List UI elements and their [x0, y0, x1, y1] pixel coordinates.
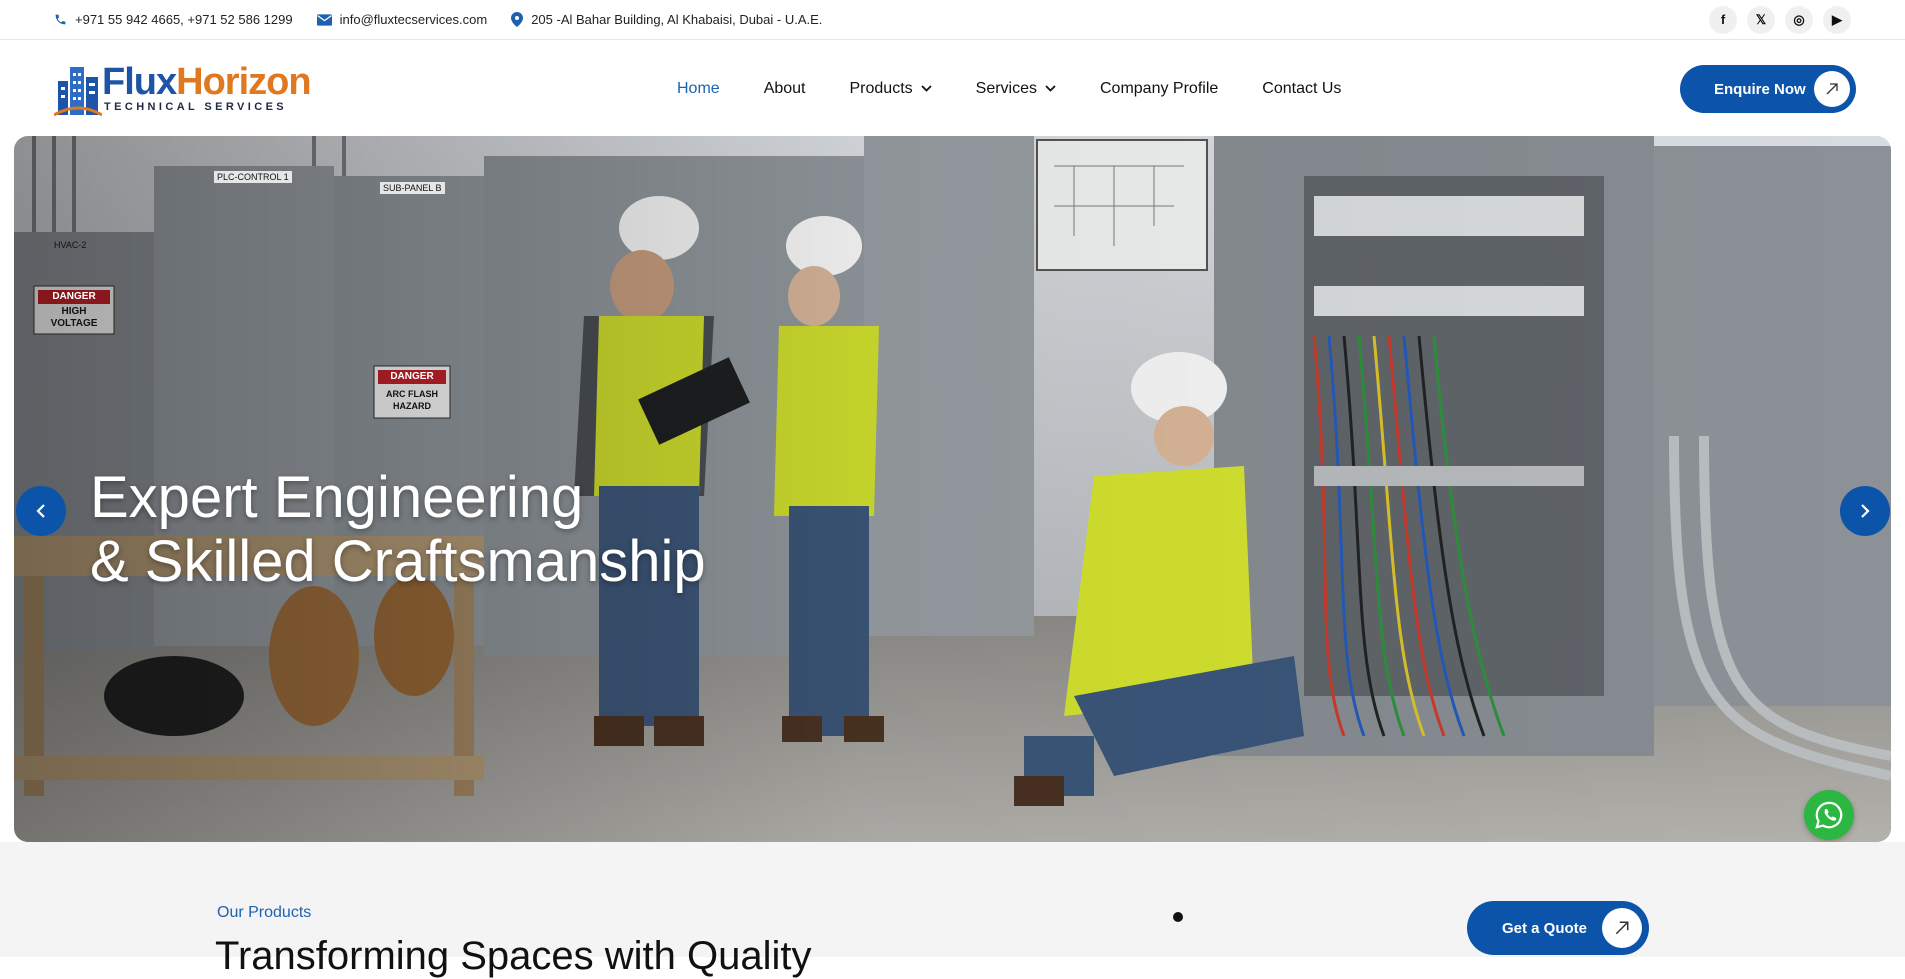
location-pin-icon: [511, 12, 524, 27]
sign-danger-right: DANGER: [390, 371, 434, 382]
get-a-quote-label: Get a Quote: [1502, 919, 1588, 937]
address-info: 205 -Al Bahar Building, Al Khabaisi, Dub…: [511, 12, 822, 27]
sign-subpanel: SUB-PANEL B: [380, 182, 445, 194]
top-bar: +971 55 942 4665, +971 52 586 1299 info@…: [0, 0, 1905, 40]
hero-title-line1: Expert Engineering: [90, 465, 584, 530]
address-text: 205 -Al Bahar Building, Al Khabaisi, Dub…: [531, 12, 823, 27]
nav-about[interactable]: About: [764, 80, 806, 98]
logo-wordmark: FluxHorizon: [102, 61, 312, 104]
sign-hvac: HVAC-2: [54, 240, 87, 250]
enquire-now-label: Enquire Now: [1714, 80, 1806, 98]
main-header: FluxHorizon TECHNICAL SERVICES Home Abou…: [0, 41, 1905, 136]
slider-prev-button[interactable]: [16, 486, 66, 536]
nav-home-label: Home: [677, 79, 720, 97]
whatsapp-icon: [1815, 801, 1843, 829]
carousel-dot[interactable]: [1173, 912, 1183, 922]
facebook-icon[interactable]: f: [1709, 5, 1737, 34]
phone-icon: [55, 14, 66, 25]
logo-word-horizon: Horizon: [176, 61, 311, 103]
sign-high-voltage: HIGH VOLTAGE: [50, 306, 98, 329]
building-logo-icon: [54, 67, 102, 117]
social-links: f 𝕏 ◎ ▶: [1709, 5, 1851, 34]
sign-danger-left: DANGER: [52, 291, 96, 302]
youtube-icon[interactable]: ▶: [1823, 5, 1851, 34]
slider-next-button[interactable]: [1840, 486, 1890, 536]
nav-company-profile-label: Company Profile: [1100, 79, 1219, 97]
nav-contact-us-label: Contact Us: [1262, 79, 1342, 97]
chevron-down-icon: [1045, 85, 1056, 92]
arrow-up-right-icon: [1602, 908, 1642, 948]
nav-services[interactable]: Services: [976, 80, 1056, 98]
x-twitter-icon[interactable]: 𝕏: [1747, 5, 1775, 34]
sign-plc: PLC-CONTROL 1: [214, 171, 292, 183]
flux-horizon-logo[interactable]: FluxHorizon TECHNICAL SERVICES: [54, 61, 324, 117]
enquire-now-button[interactable]: Enquire Now: [1680, 65, 1856, 113]
logo-word-flux: Flux: [102, 61, 177, 103]
mail-icon: [316, 13, 332, 26]
whatsapp-chat-button[interactable]: [1804, 790, 1854, 840]
nav-contact-us[interactable]: Contact Us: [1262, 80, 1341, 98]
chevron-right-icon: [1861, 504, 1870, 518]
chevron-down-icon: [921, 85, 932, 92]
hero-title: Expert Engineering & Skilled Craftsmansh…: [90, 466, 706, 594]
section-eyebrow: Our Products: [217, 904, 312, 921]
nav-products-label: Products: [849, 79, 913, 97]
email-info[interactable]: info@fluxtecservices.com: [316, 12, 488, 27]
phone-numbers: +971 55 942 4665, +971 52 586 1299: [75, 12, 293, 27]
nav-products[interactable]: Products: [850, 80, 932, 98]
sign-arc-flash: ARC FLASH HAZARD: [386, 389, 438, 411]
hero-title-line2: & Skilled Craftsmanship: [90, 529, 706, 594]
main-nav: Home About Products Services Company Pro…: [677, 41, 1385, 136]
products-section: Our Products Transforming Spaces with Qu…: [0, 842, 1905, 978]
email-address: info@fluxtecservices.com: [339, 12, 488, 27]
nav-services-label: Services: [975, 79, 1037, 97]
nav-company-profile[interactable]: Company Profile: [1100, 80, 1218, 98]
chevron-left-icon: [36, 504, 45, 518]
get-a-quote-button[interactable]: Get a Quote: [1467, 901, 1649, 955]
hero-slider: DANGER HIGH VOLTAGE DANGER ARC FLASH HAZ…: [14, 136, 1891, 842]
nav-about-label: About: [763, 79, 806, 97]
arrow-up-right-icon: [1814, 71, 1850, 107]
logo-subtitle: TECHNICAL SERVICES: [104, 101, 288, 113]
instagram-icon[interactable]: ◎: [1785, 5, 1813, 34]
nav-home[interactable]: Home: [677, 80, 720, 98]
phone-info[interactable]: +971 55 942 4665, +971 52 586 1299: [54, 12, 293, 27]
